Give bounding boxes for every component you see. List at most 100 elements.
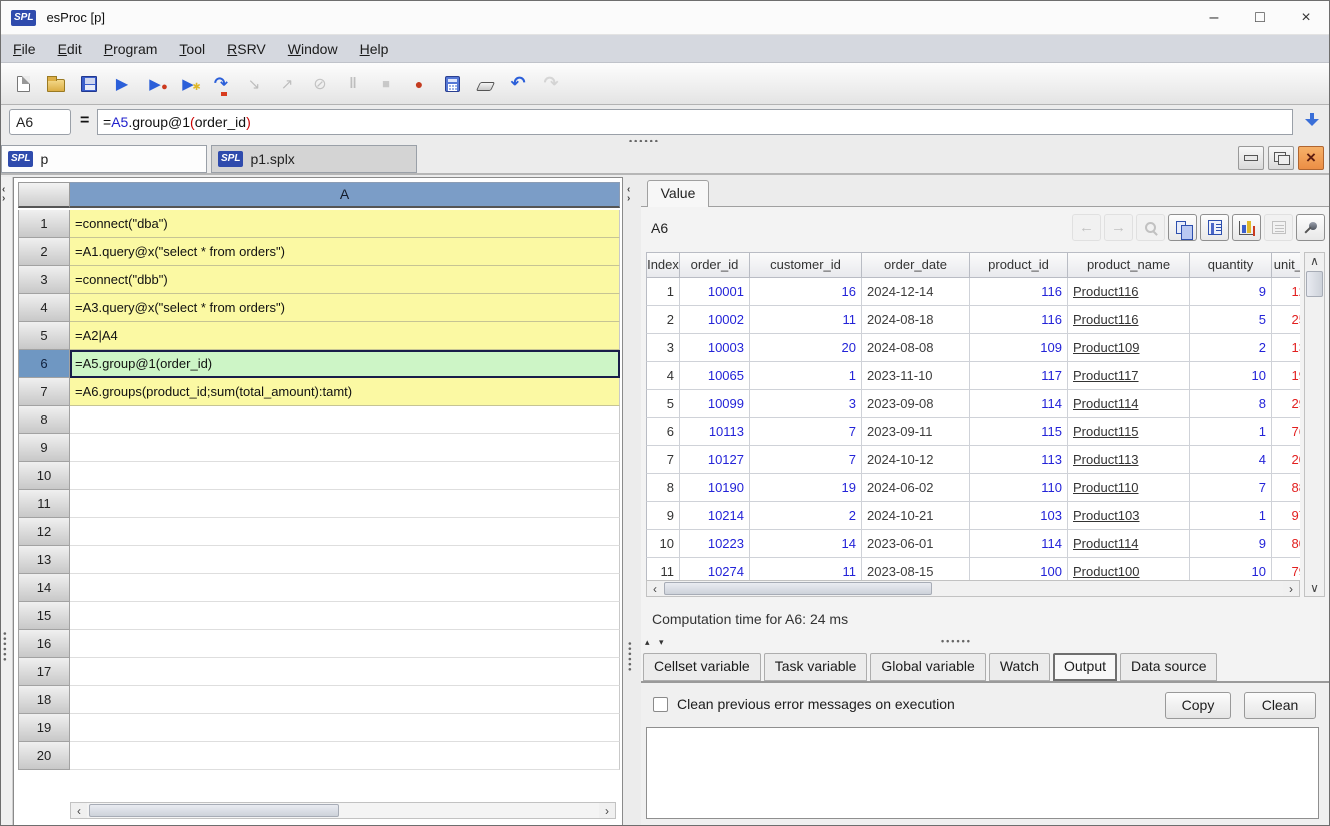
list-view-button[interactable] — [1200, 214, 1229, 241]
tab-cellset-variable[interactable]: Cellset variable — [643, 653, 761, 681]
table-cell[interactable]: 113 — [970, 446, 1068, 474]
table-cell[interactable]: 110 — [970, 474, 1068, 502]
table-cell[interactable]: 88 — [1272, 474, 1300, 502]
table-cell[interactable]: 10274 — [680, 558, 750, 580]
table-cell[interactable]: 8 — [646, 474, 680, 502]
table-cell[interactable]: 114 — [970, 390, 1068, 418]
row-header-12[interactable]: 12 — [18, 518, 70, 546]
menu-help[interactable]: Help — [360, 41, 389, 57]
table-cell[interactable]: 10002 — [680, 306, 750, 334]
scroll-left-icon[interactable]: ‹ — [647, 581, 663, 596]
menu-program[interactable]: Program — [104, 41, 158, 57]
step-over-button[interactable] — [209, 72, 233, 96]
cell-A14[interactable] — [70, 574, 620, 602]
table-cell[interactable]: 116 — [970, 278, 1068, 306]
table-cell[interactable]: 1 — [646, 278, 680, 306]
row-header-15[interactable]: 15 — [18, 602, 70, 630]
expand-formula-arrow-icon[interactable] — [1303, 111, 1321, 133]
row-header-5[interactable]: 5 — [18, 322, 70, 350]
table-cell[interactable]: 2 — [646, 306, 680, 334]
tab-data-source[interactable]: Data source — [1120, 653, 1217, 681]
tab-value[interactable]: Value — [647, 180, 709, 207]
calculator-button[interactable] — [440, 72, 464, 96]
table-cell[interactable]: 3 — [646, 334, 680, 362]
cell-A1[interactable]: =connect("dba") — [70, 210, 620, 238]
maximize-window-icon[interactable]: □ — [1237, 1, 1283, 34]
table-cell[interactable]: 19 — [1272, 362, 1300, 390]
row-header-9[interactable]: 9 — [18, 434, 70, 462]
column-header-A[interactable]: A — [70, 182, 620, 208]
table-cell[interactable]: 12 — [1272, 278, 1300, 306]
table-cell[interactable]: Product114 — [1068, 390, 1190, 418]
table-vertical-scrollbar[interactable]: ∧ ∨ — [1304, 252, 1325, 597]
row-header-8[interactable]: 8 — [18, 406, 70, 434]
table-cell[interactable]: 76 — [1272, 418, 1300, 446]
table-cell[interactable]: 11 — [750, 558, 862, 580]
table-cell[interactable]: 1 — [750, 362, 862, 390]
cell-A3[interactable]: =connect("dbb") — [70, 266, 620, 294]
collapse-arrows-icon[interactable]: ‹› — [2, 185, 5, 203]
table-cell[interactable]: 2 — [1190, 334, 1272, 362]
clean-errors-checkbox[interactable] — [653, 697, 668, 712]
table-cell[interactable]: 7 — [1190, 474, 1272, 502]
table-cell[interactable]: 14 — [750, 530, 862, 558]
cell-A17[interactable] — [70, 658, 620, 686]
scroll-left-icon[interactable]: ‹ — [71, 803, 87, 818]
run-button[interactable] — [110, 72, 134, 96]
table-cell[interactable]: 97 — [1272, 502, 1300, 530]
table-cell[interactable]: Product110 — [1068, 474, 1190, 502]
file-tab-p1.splx[interactable]: SPLp1.splx — [211, 145, 417, 173]
scrollbar-thumb[interactable] — [89, 804, 339, 817]
table-cell[interactable]: 2024-12-14 — [862, 278, 970, 306]
scroll-down-icon[interactable]: ∨ — [1305, 580, 1324, 596]
row-header-2[interactable]: 2 — [18, 238, 70, 266]
file-tab-p[interactable]: SPLp — [1, 145, 207, 173]
row-header-14[interactable]: 14 — [18, 574, 70, 602]
scrollbar-thumb[interactable] — [664, 582, 932, 595]
pin-button[interactable] — [1296, 214, 1325, 241]
table-cell[interactable]: 3 — [750, 390, 862, 418]
cell-A4[interactable]: =A3.query@x("select * from orders") — [70, 294, 620, 322]
pane-minimize-icon[interactable] — [1238, 146, 1264, 170]
table-cell[interactable]: 10003 — [680, 334, 750, 362]
row-header-3[interactable]: 3 — [18, 266, 70, 294]
table-cell[interactable]: 7 — [750, 446, 862, 474]
table-cell[interactable]: 7 — [646, 446, 680, 474]
pane-restore-icon[interactable] — [1268, 146, 1294, 170]
bottom-splitter[interactable]: ▴ ▾ •••••• — [641, 635, 1330, 651]
table-cell[interactable]: Product116 — [1068, 278, 1190, 306]
table-cell[interactable]: Product114 — [1068, 530, 1190, 558]
scroll-right-icon[interactable]: › — [1283, 581, 1299, 596]
menu-rsrv[interactable]: RSRV — [227, 41, 266, 57]
table-cell[interactable]: 10127 — [680, 446, 750, 474]
row-header-4[interactable]: 4 — [18, 294, 70, 322]
row-header-19[interactable]: 19 — [18, 714, 70, 742]
table-horizontal-scrollbar[interactable]: ‹ › — [646, 580, 1300, 597]
table-cell[interactable]: 10 — [1190, 362, 1272, 390]
row-header-10[interactable]: 10 — [18, 462, 70, 490]
cell-A13[interactable] — [70, 546, 620, 574]
execute-button[interactable] — [143, 72, 167, 96]
cell-A12[interactable] — [70, 518, 620, 546]
cell-A8[interactable] — [70, 406, 620, 434]
table-cell[interactable]: Product100 — [1068, 558, 1190, 580]
cell-A11[interactable] — [70, 490, 620, 518]
tab-output[interactable]: Output — [1053, 653, 1117, 681]
row-header-20[interactable]: 20 — [18, 742, 70, 770]
table-cell[interactable]: 4 — [646, 362, 680, 390]
table-cell[interactable]: 2023-08-15 — [862, 558, 970, 580]
table-cell[interactable]: 1 — [1190, 418, 1272, 446]
row-header-18[interactable]: 18 — [18, 686, 70, 714]
table-cell[interactable]: 2023-11-10 — [862, 362, 970, 390]
cell-reference-box[interactable]: A6 — [9, 109, 71, 135]
new-file-button[interactable] — [11, 72, 35, 96]
table-cell[interactable]: 4 — [1190, 446, 1272, 474]
tab-global-variable[interactable]: Global variable — [870, 653, 985, 681]
table-cell[interactable]: 6 — [646, 418, 680, 446]
table-cell[interactable]: 19 — [750, 474, 862, 502]
cell-A16[interactable] — [70, 630, 620, 658]
table-cell[interactable]: 10001 — [680, 278, 750, 306]
splitter-down-icon[interactable]: ▾ — [659, 637, 664, 647]
copy-value-button[interactable] — [1168, 214, 1197, 241]
row-header-7[interactable]: 7 — [18, 378, 70, 406]
